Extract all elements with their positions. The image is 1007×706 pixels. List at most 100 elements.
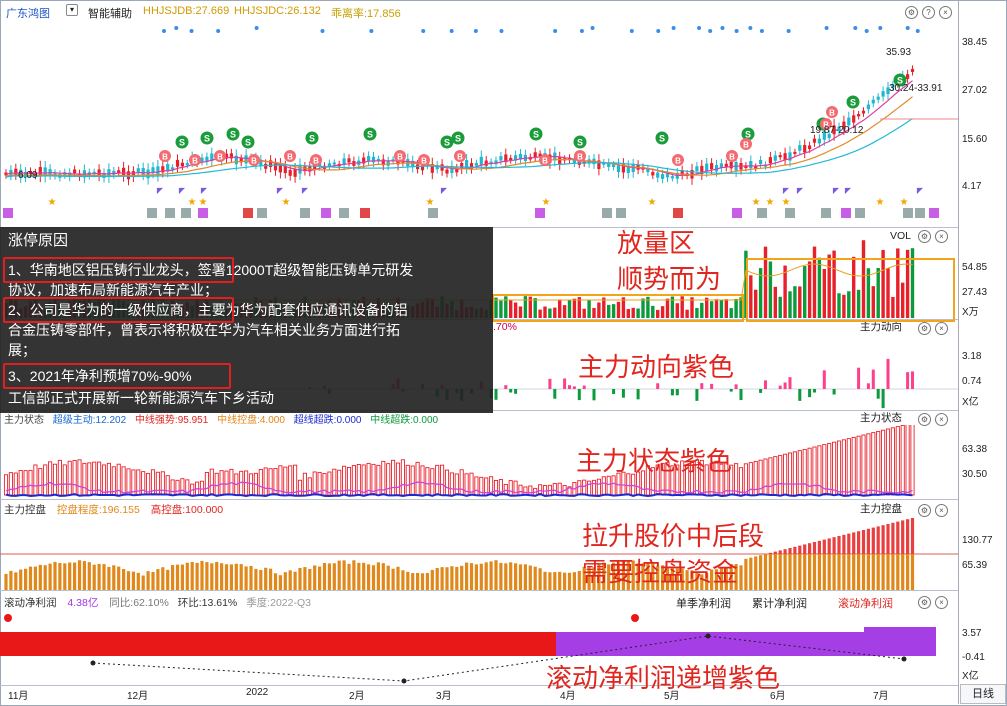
state-bar <box>165 475 170 496</box>
limit-up-reason-popup: 涨停原因 1、华南地区铝压铸行业龙头，签署12000T超级智能压铸单元研发 协议… <box>0 227 493 413</box>
close-icon[interactable]: × <box>935 596 948 609</box>
control-chart[interactable] <box>0 516 958 590</box>
control-bar <box>528 565 532 590</box>
state-bar <box>523 486 528 496</box>
control-bar <box>572 572 576 590</box>
state-bar <box>410 465 415 496</box>
control-bar <box>68 562 72 590</box>
state-bar <box>327 471 332 496</box>
control-bar <box>910 554 915 590</box>
control-bar <box>180 564 184 590</box>
price-chart[interactable]: SSSSSSSSSSSSSSSBBBBBBBBBBBBBBBB ★★★★★★★★… <box>0 22 958 227</box>
candle-body <box>656 172 660 178</box>
control-bar <box>117 566 121 590</box>
popup-line-7: 工信部正式开展新一轮新能源汽车下乡活动 <box>8 390 274 406</box>
highlight-box-1 <box>3 257 234 283</box>
star-icon: ★ <box>782 197 791 208</box>
state-bar <box>631 473 636 496</box>
control-bar <box>803 554 807 590</box>
candle-body <box>793 151 797 154</box>
state-bar <box>856 435 861 496</box>
control-bar <box>773 554 777 590</box>
state-bar <box>23 470 28 496</box>
control-bar-high <box>808 543 812 554</box>
control-bar <box>881 554 885 590</box>
state-bar <box>587 480 592 496</box>
control-bar <box>293 571 297 590</box>
close-icon[interactable]: × <box>939 6 952 19</box>
candle-body <box>293 169 297 177</box>
event-tag <box>602 208 612 218</box>
direction-bar <box>798 389 802 401</box>
direction-bar <box>886 358 890 389</box>
state-bar <box>832 441 837 496</box>
state-bar <box>420 465 425 496</box>
control-bar <box>827 554 831 590</box>
x-tick-nov: 11月 <box>8 691 29 702</box>
vol-box-left <box>492 294 744 322</box>
control-bar <box>744 558 748 590</box>
state-bar <box>582 479 587 496</box>
profit-chart[interactable] <box>0 610 958 686</box>
state-bar <box>743 463 748 496</box>
state-bar <box>28 469 33 496</box>
control-bar <box>53 561 57 590</box>
annotation-follow-trend: 顺势而为 <box>617 264 722 294</box>
star-icon: ★ <box>426 197 435 208</box>
state-bar <box>846 438 851 496</box>
ctrl-tick-1: 130.77 <box>962 535 993 546</box>
star-icon: ★ <box>282 197 291 208</box>
event-tag <box>257 208 267 218</box>
control-name: 主力控盘 <box>860 503 902 515</box>
candle-body <box>244 155 248 164</box>
tab-daily[interactable]: 日线 <box>960 684 1006 704</box>
control-bar <box>401 570 405 590</box>
event-tag <box>673 208 683 218</box>
state-bar <box>797 450 802 496</box>
settings-icon[interactable]: ⚙ <box>918 596 931 609</box>
control-bar <box>200 560 204 590</box>
tab-cumulative-profit[interactable]: 累计净利润 <box>752 595 807 611</box>
settings-icon[interactable]: ⚙ <box>905 6 918 19</box>
direction-bar <box>514 389 518 394</box>
control-bar <box>19 569 23 590</box>
buy-signal-label: B <box>397 153 403 162</box>
main-state-chart[interactable] <box>0 425 958 499</box>
direction-bar <box>876 389 880 399</box>
stock-title[interactable]: 广东鸿图 <box>6 5 50 21</box>
tab-rolling-profit[interactable]: 滚动净利润 <box>838 595 893 611</box>
control-bar <box>259 570 263 590</box>
control-bar <box>318 566 322 590</box>
signal-dot <box>720 26 725 30</box>
control-bar <box>77 560 82 590</box>
direction-bar <box>808 389 812 398</box>
state-bar <box>596 478 601 496</box>
control-bar-high <box>803 544 807 554</box>
dropdown-icon[interactable]: ▾ <box>66 4 78 16</box>
direction-bar <box>906 372 910 389</box>
candle-body <box>445 169 449 174</box>
annotation-lift-price: 拉升股价中后段 <box>582 521 765 551</box>
help-icon[interactable]: ? <box>922 6 935 19</box>
control-bar <box>852 554 856 590</box>
low-price-label: 6.09 <box>18 170 38 181</box>
event-tag <box>785 208 795 218</box>
assist-label[interactable]: 智能辅助 <box>88 5 132 21</box>
control-bar-high <box>896 521 900 554</box>
direction-bar <box>788 377 792 389</box>
candle-body <box>48 169 52 175</box>
tab-quarter-profit[interactable]: 单季净利润 <box>676 595 731 611</box>
state-bar <box>170 479 175 496</box>
state-bar <box>425 467 430 496</box>
control-bar <box>126 571 131 590</box>
flag-icon: ◤ <box>302 186 309 195</box>
state-bar <box>175 479 180 496</box>
event-tag <box>300 208 310 218</box>
control-bar <box>886 554 890 590</box>
profit-icons: ⚙ × <box>918 596 978 610</box>
control-bar <box>249 565 253 590</box>
signal-dot <box>786 29 791 33</box>
state-bar <box>508 480 513 496</box>
control-bar <box>367 564 371 590</box>
control-bar <box>190 562 194 590</box>
